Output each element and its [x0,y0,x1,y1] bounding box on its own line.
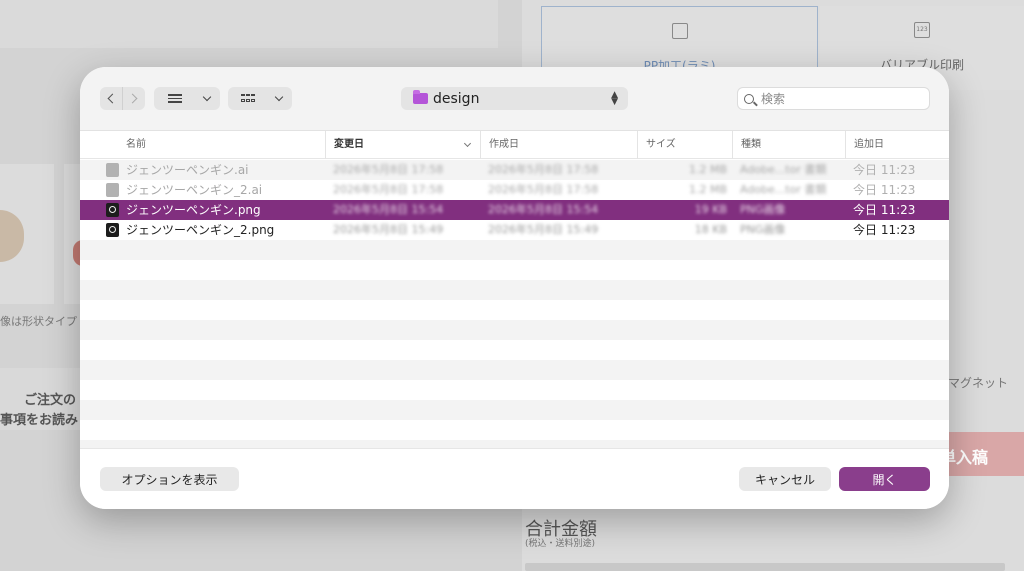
background-submit-button: 単入稿 [940,432,1024,476]
column-header-kind[interactable]: 種類 [732,131,845,159]
navigation-buttons [100,87,145,110]
png-file-icon [106,223,119,237]
illustrator-file-icon [106,163,119,177]
search-field[interactable] [737,87,930,110]
list-view-button[interactable] [154,87,220,110]
forward-button[interactable] [123,87,145,110]
icon-view-button[interactable] [228,87,292,110]
file-created-date: 2026年5月8日 17:58 [488,183,599,196]
file-created-date: 2026年5月8日 15:49 [488,223,599,236]
sort-descending-icon [463,139,472,148]
column-header-size[interactable]: サイズ [637,131,732,159]
folder-icon [413,90,428,104]
file-list: ジェンツーペンギン.ai 2026年5月8日 17:58 2026年5月8日 1… [80,160,949,448]
chevron-left-icon [107,93,118,104]
dialog-toolbar: design ▲ ▼ [80,67,949,131]
file-name: ジェンツーペンギン_2.ai [126,183,263,197]
file-modified-date: 2026年5月8日 15:49 [333,223,444,236]
file-size: 1.2 MB [688,183,727,196]
file-row-penguin-ai[interactable]: ジェンツーペンギン.ai 2026年5月8日 17:58 2026年5月8日 1… [80,160,949,180]
variable-print-icon: 123 [914,22,930,38]
file-name: ジェンツーペンギン_2.png [126,223,275,237]
file-added-date: 今日 11:23 [853,163,916,177]
file-kind: Adobe...tor 書類 [740,163,827,176]
cancel-button[interactable]: キャンセル [739,467,831,491]
column-headers: 名前 変更日 作成日 サイズ 種類 追加日 [80,131,949,159]
file-created-date: 2026年5月8日 15:54 [488,203,599,216]
file-kind: PNG画像 [740,203,786,216]
file-row-penguin-png[interactable]: ジェンツーペンギン.png 2026年5月8日 15:54 2026年5月8日 … [80,200,949,220]
column-header-added[interactable]: 追加日 [845,131,949,159]
file-size: 1.2 MB [688,163,727,176]
open-button[interactable]: 開く [839,467,930,491]
background-card [0,0,498,48]
file-modified-date: 2026年5月8日 17:58 [333,183,444,196]
file-kind: Adobe...tor 書類 [740,183,827,196]
file-modified-date: 2026年5月8日 15:54 [333,203,444,216]
column-header-modified[interactable]: 変更日 [325,131,480,159]
file-size: 18 KB [694,223,727,236]
background-magnet-label: マグネット [948,376,1009,390]
chevron-right-icon [127,93,138,104]
file-row-penguin-2-ai[interactable]: ジェンツーペンギン_2.ai 2026年5月8日 17:58 2026年5月8日… [80,180,949,200]
column-header-name[interactable]: 名前 [80,131,325,159]
chevron-down-icon [202,92,212,102]
folder-location-popup[interactable]: design ▲ ▼ [401,87,628,110]
file-kind: PNG画像 [740,223,786,236]
dialog-button-bar: オプションを表示 キャンセル 開く [80,448,949,509]
file-created-date: 2026年5月8日 17:58 [488,163,599,176]
file-modified-date: 2026年5月8日 17:58 [333,163,444,176]
background-order-text: 事項をお読み [0,413,79,428]
open-file-dialog: design ▲▼ 名前 変更日 作成日 サイズ 種類 追加日 ジェンツーペンギ… [80,67,949,509]
file-added-date: 今日 11:23 [853,203,916,217]
column-header-created[interactable]: 作成日 [480,131,637,159]
file-added-date: 今日 11:23 [853,223,916,237]
file-size: 19 KB [694,203,727,216]
background-shape-note: 像は形状タイプ [0,315,77,328]
grid-view-icon [241,93,255,104]
illustrator-file-icon [106,183,119,197]
list-view-icon [168,94,182,103]
background-footer-text [525,563,1005,571]
background-order-text: ご注文の [24,393,77,408]
search-input[interactable] [761,91,911,106]
file-row-penguin-2-png[interactable]: ジェンツーペンギン_2.png 2026年5月8日 15:49 2026年5月8… [80,220,949,240]
background-total-note: (税込・送料別途) [525,539,596,549]
file-name: ジェンツーペンギン.png [126,203,261,217]
lamination-icon [671,23,688,39]
png-file-icon [106,203,119,217]
current-folder-name: design [433,90,480,107]
chevron-up-down-icon: ▲ ▼ [611,89,618,107]
column-header-modified-label: 変更日 [334,139,364,150]
chevron-down-icon [274,92,284,102]
file-name: ジェンツーペンギン.ai [126,163,249,177]
file-added-date: 今日 11:23 [853,183,916,197]
back-button[interactable] [100,87,123,110]
show-options-button[interactable]: オプションを表示 [100,467,239,491]
search-icon [744,93,754,104]
